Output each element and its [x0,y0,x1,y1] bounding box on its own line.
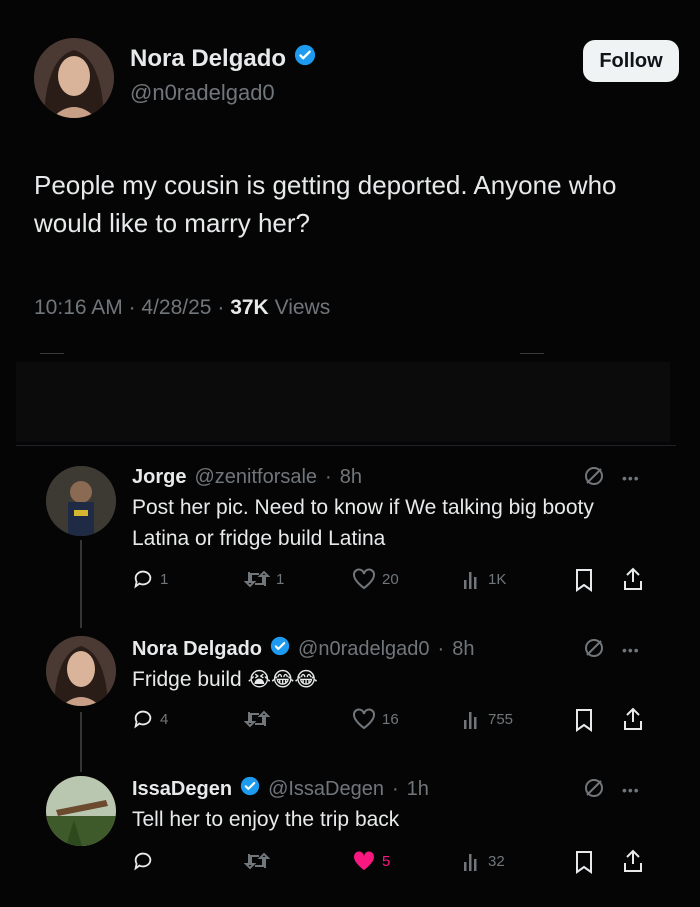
views-action[interactable]: 755 [462,708,513,730]
reply-age[interactable]: 8h [452,638,474,661]
more-icon[interactable]: ••• [622,642,640,658]
more-icon[interactable]: ••• [622,470,640,486]
reply-age[interactable]: 1h [407,778,429,801]
repost-icon [244,570,270,588]
tweet-text: People my cousin is getting deported. An… [34,170,617,238]
views-action[interactable]: 1K [462,568,506,590]
more-icon[interactable]: ••• [622,782,640,798]
thread-line [80,540,82,628]
divider [40,353,64,354]
reply-text: Post her pic. Need to know if We talking… [132,496,594,550]
views-icon [464,572,477,589]
action-bar-band [16,362,670,442]
like-count: 5 [382,852,391,870]
repost-count: 1 [276,570,285,588]
repost-action[interactable]: 1 [244,568,284,590]
reply-author-name[interactable]: IssaDegen [132,778,232,801]
reply-icon [134,710,152,729]
views-icon [464,712,477,729]
reply-author-name[interactable]: Nora Delgado [132,638,262,661]
repost-icon [244,710,270,728]
reply-action[interactable] [132,850,160,872]
reply-text: Fridge build [132,668,242,691]
tweet-date[interactable]: 4/28/25 [141,296,211,319]
share-icon[interactable] [622,848,644,879]
repost-action[interactable] [244,708,276,730]
views-count: 1K [488,570,507,588]
reply-emoji: 😭😂😂 [247,669,318,691]
repost-icon [244,852,270,870]
grok-icon[interactable] [582,636,606,665]
avatar[interactable] [46,636,116,706]
reply-author-handle[interactable]: @zenitforsale [194,466,317,489]
like-count: 16 [382,710,399,728]
divider [16,445,676,446]
reply-author-handle[interactable]: @n0radelgad0 [298,638,430,661]
like-action[interactable]: 20 [352,568,399,590]
share-icon[interactable] [622,706,644,737]
views-action[interactable]: 32 [462,850,505,872]
verified-icon [294,44,316,73]
verified-icon [270,636,290,662]
tweet-meta: 10:16 AM · 4/28/25 · 37K Views [34,296,331,319]
views-count: 32 [488,852,505,870]
views-count: 37K [230,296,269,319]
grok-icon[interactable] [582,776,606,805]
like-action[interactable]: 16 [352,708,399,730]
follow-button[interactable]: Follow [583,40,679,82]
reply-count: 1 [160,570,169,588]
thread-line [80,712,82,772]
reply-author-name[interactable]: Jorge [132,466,186,489]
share-icon[interactable] [622,566,644,597]
views-count: 755 [488,710,514,728]
reply-icon [134,852,152,871]
reply-count: 4 [160,710,169,728]
reply-icon [134,570,152,589]
bookmark-icon[interactable] [574,850,594,879]
verified-icon [240,776,260,802]
reply-age[interactable]: 8h [340,466,362,489]
views-icon [464,854,477,871]
divider [520,353,544,354]
avatar[interactable] [46,466,116,536]
like-icon [353,851,375,870]
reply-author-handle[interactable]: @IssaDegen [268,778,384,801]
like-action[interactable]: 5 [352,850,390,872]
reply-action[interactable]: 1 [132,568,168,590]
bookmark-icon[interactable] [574,568,594,597]
tweet-time[interactable]: 10:16 AM [34,296,123,319]
views-label: Views [274,296,331,319]
grok-icon[interactable] [582,464,606,493]
avatar[interactable] [34,38,114,118]
author-handle[interactable]: @n0radelgad0 [130,80,275,106]
like-icon [353,708,375,730]
reply-action[interactable]: 4 [132,708,168,730]
avatar[interactable] [46,776,116,846]
like-icon [353,568,375,590]
bookmark-icon[interactable] [574,708,594,737]
reply-text: Tell her to enjoy the trip back [132,808,400,831]
like-count: 20 [382,570,399,588]
repost-action[interactable] [244,850,276,872]
author-name[interactable]: Nora Delgado [130,45,286,73]
